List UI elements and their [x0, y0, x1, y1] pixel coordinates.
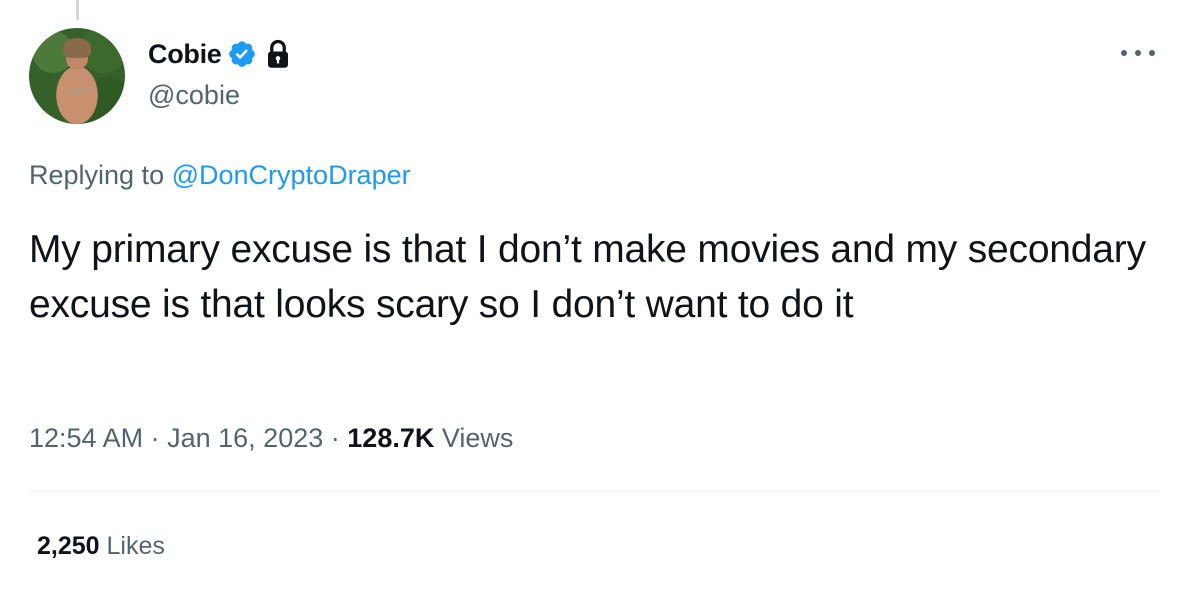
replying-to-mention-link[interactable]: @DonCryptoDraper — [172, 160, 411, 190]
meta-separator: · — [150, 423, 160, 453]
thread-connector-line — [76, 0, 79, 20]
tweet-text: My primary excuse is that I don’t make m… — [29, 228, 1146, 326]
more-options-icon[interactable] — [1118, 48, 1158, 58]
replying-to: Replying to @DonCryptoDraper — [29, 160, 411, 191]
tweet-metadata: 12:54 AM · Jan 16, 2023 · 128.7K Views — [29, 423, 513, 454]
author-name-row: Cobie — [148, 37, 291, 71]
views-label: Views — [441, 423, 514, 453]
author-handle[interactable]: @cobie — [148, 80, 240, 111]
lock-icon — [267, 39, 288, 68]
likes-link[interactable]: 2,250 Likes — [37, 532, 165, 561]
meta-separator: · — [330, 423, 340, 453]
avatar[interactable] — [29, 28, 125, 124]
likes-label: Likes — [106, 532, 165, 560]
avatar-hair — [63, 38, 91, 58]
author-display-name[interactable]: Cobie — [148, 39, 222, 70]
likes-count: 2,250 — [37, 532, 100, 560]
verified-badge-icon[interactable] — [227, 39, 257, 69]
avatar-necklace — [62, 78, 92, 94]
replying-to-label: Replying to — [29, 160, 165, 190]
tweet-time-link[interactable]: 12:54 AM — [29, 423, 143, 453]
divider — [29, 491, 1161, 492]
tweet-date-link[interactable]: Jan 16, 2023 — [167, 423, 323, 453]
views-count: 128.7K — [347, 423, 435, 453]
